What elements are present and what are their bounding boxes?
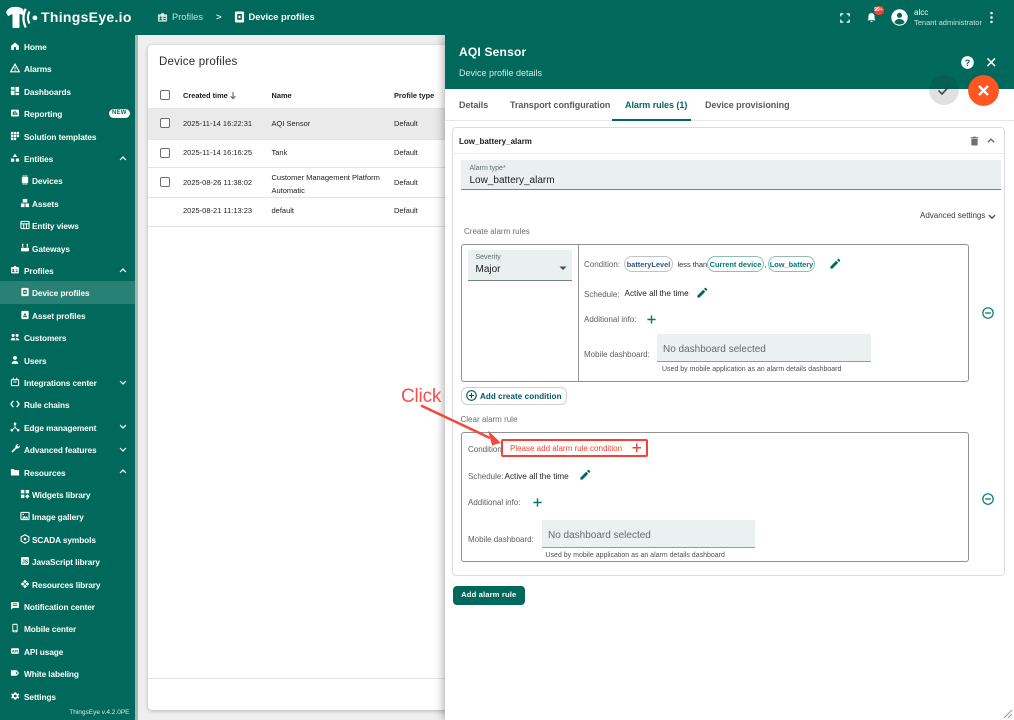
svg-text:?: ?	[964, 57, 969, 67]
svg-text:JS: JS	[21, 559, 28, 565]
svg-text:API: API	[11, 649, 17, 653]
